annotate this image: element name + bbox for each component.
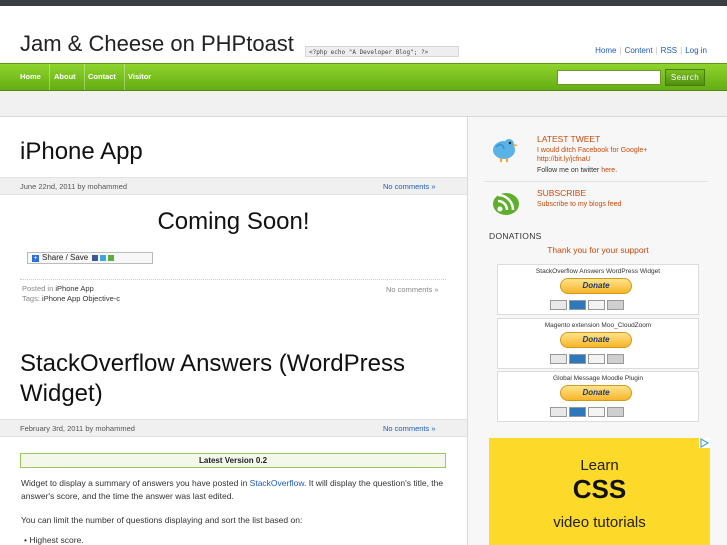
donate-button[interactable]: Donate (560, 278, 632, 294)
follow-text: Follow me on twitter here. (537, 166, 617, 175)
post-meta: June 22nd, 2011 by mohammed (20, 182, 128, 191)
subscribe-link[interactable]: Subscribe to my blogs feed (537, 200, 621, 209)
donate-box: Global Message Moodle Plugin Donate (497, 371, 699, 422)
site-title[interactable]: Jam & Cheese on PHPtoast (20, 31, 294, 57)
nav-item-home[interactable]: Home (12, 64, 50, 90)
ad-line-css: CSS (572, 474, 627, 504)
twitter-follow-link[interactable]: here (601, 167, 615, 174)
top-link-content[interactable]: Content (625, 46, 653, 55)
footer-comments-link[interactable]: No comments » (386, 285, 439, 294)
visa-icon (588, 300, 605, 310)
facebook-icon (92, 254, 99, 261)
post-meta: February 3rd, 2011 by mohammed (20, 424, 135, 433)
site-header: Jam & Cheese on PHPtoast <?php echo "A D… (0, 6, 727, 63)
top-link-login[interactable]: Log in (685, 46, 707, 55)
mastercard-icon (550, 354, 567, 364)
top-link-rss[interactable]: RSS (661, 46, 677, 55)
top-links: Home | Content | RSS | Log in (595, 46, 707, 55)
bank-icon (607, 354, 624, 364)
donate-label: StackOverflow Answers WordPress Widget (535, 268, 661, 275)
search-button[interactable]: Search (665, 69, 705, 86)
latest-version-box: Latest Version 0.2 (20, 453, 446, 468)
donations-heading: DONATIONS (489, 231, 542, 241)
list-item: • Highest score. (24, 535, 84, 545)
post-title-line2: Widget) (20, 380, 103, 407)
tags-links[interactable]: iPhone App Objective-c (42, 294, 120, 303)
follow-label: Follow me on twitter (537, 167, 602, 174)
post-paragraph: Widget to display a summary of answers y… (21, 477, 447, 503)
post-title-line1: StackOverflow Answers (WordPress (20, 350, 405, 377)
payment-cards (550, 297, 626, 310)
nav-item-contact[interactable]: Contact (80, 64, 125, 90)
tweet-line: I would ditch Facebook for Google+ (537, 147, 648, 154)
main-content: iPhone App June 22nd, 2011 by mohammed N… (0, 117, 467, 545)
amex-icon (569, 300, 586, 310)
share-save-button[interactable]: + Share / Save (27, 252, 153, 264)
share-icon (108, 254, 115, 261)
payment-cards (550, 404, 626, 417)
paragraph-text: Widget to display a summary of answers y… (21, 478, 250, 488)
subscribe-heading: SUBSCRIBE (537, 188, 587, 198)
top-link-home[interactable]: Home (595, 46, 616, 55)
sidebar: LATEST TWEET I would ditch Facebook for … (467, 117, 727, 545)
coming-soon-heading: Coming Soon! (157, 208, 310, 235)
category-link[interactable]: iPhone App (55, 284, 93, 293)
mastercard-icon (550, 300, 567, 310)
tags-label: Tags: (22, 294, 40, 303)
post-meta-bar: June 22nd, 2011 by mohammed No comments … (0, 177, 467, 195)
visa-icon (588, 407, 605, 417)
adchoices-icon[interactable] (699, 438, 710, 448)
donate-button[interactable]: Donate (560, 332, 632, 348)
comments-link[interactable]: No comments » (383, 182, 436, 191)
css-tutorials-ad[interactable]: Learn CSS video tutorials (489, 438, 710, 545)
tweet-link[interactable]: http://bit.ly/jcfnaU (537, 155, 647, 164)
bank-icon (607, 300, 624, 310)
amex-icon (569, 407, 586, 417)
mastercard-icon (550, 407, 567, 417)
tweet-text: I would ditch Facebook for Google+ http:… (537, 146, 647, 164)
follow-period: . (615, 167, 618, 174)
nav-item-visitor[interactable]: Visitor (120, 64, 159, 90)
header-stripe (0, 91, 727, 117)
bank-icon (607, 407, 624, 417)
post-paragraph: You can limit the number of questions di… (21, 515, 303, 525)
twitter-bird-icon (493, 139, 518, 162)
donate-label: Global Message Moodle Plugin (553, 375, 643, 382)
post-taxonomy: Posted in iPhone App Tags: iPhone App Ob… (22, 284, 120, 304)
php-tagline: <?php echo "A Developer Blog"; ?> (305, 46, 459, 57)
comments-link[interactable]: No comments » (383, 424, 436, 433)
main-nav: Home About Contact Visitor Search (0, 63, 727, 91)
donate-label: Magento extension Moo_CloudZoom (544, 322, 652, 329)
payment-cards (550, 351, 626, 364)
stackoverflow-link[interactable]: StackOverflow (250, 478, 304, 488)
donate-box: Magento extension Moo_CloudZoom Donate (497, 318, 699, 369)
divider (20, 279, 446, 280)
latest-tweet-heading: LATEST TWEET (537, 134, 601, 144)
nav-item-about[interactable]: About (46, 64, 85, 90)
rss-feed-icon (493, 193, 519, 215)
twitter-icon (100, 254, 107, 261)
share-label: Share / Save (42, 253, 89, 262)
donate-box: StackOverflow Answers WordPress Widget D… (497, 264, 699, 315)
share-plus-icon: + (32, 255, 39, 262)
list-item-text: Highest score. (29, 535, 84, 545)
donate-button[interactable]: Donate (560, 385, 632, 401)
ad-line-learn: Learn (580, 457, 619, 474)
post-title-iphone-app[interactable]: iPhone App (20, 137, 143, 167)
visa-icon (588, 354, 605, 364)
ad-line-video: video tutorials (553, 514, 646, 531)
sidebar-divider (484, 181, 708, 182)
amex-icon (569, 354, 586, 364)
donations-thanks: Thank you for your support (547, 245, 649, 255)
post-meta-bar: February 3rd, 2011 by mohammed No commen… (0, 419, 467, 437)
posted-in-label: Posted in (22, 284, 54, 293)
search-input[interactable] (557, 70, 661, 85)
post-title-stackoverflow[interactable]: StackOverflow Answers (WordPress Widget) (20, 349, 405, 409)
